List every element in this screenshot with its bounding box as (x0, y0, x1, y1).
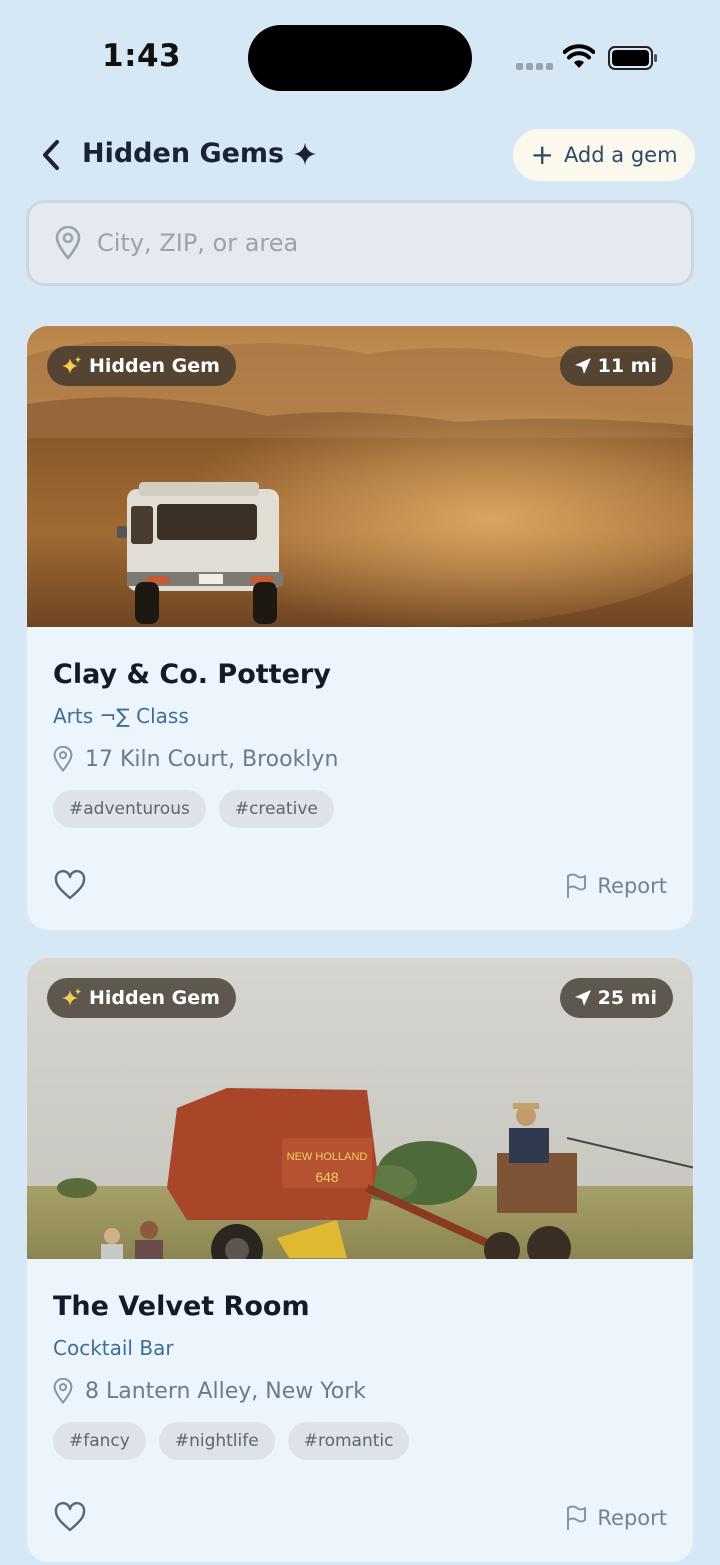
sparkles-icon (62, 988, 81, 1006)
battery-icon (608, 46, 657, 70)
place-address: 17 Kiln Court, Brooklyn (53, 746, 667, 772)
svg-text:648: 648 (315, 1169, 339, 1185)
heart-icon[interactable] (53, 869, 87, 903)
signal-icon (516, 63, 553, 70)
place-category: Cocktail Bar (53, 1336, 174, 1360)
location-pin-icon (53, 746, 73, 772)
distance-label: 11 mi (597, 355, 657, 377)
distance-badge: 25 mi (559, 978, 673, 1018)
location-arrow-icon (574, 990, 591, 1006)
report-button[interactable]: Report (565, 873, 667, 899)
card-body: Clay & Co. Pottery Arts ¬∑ Class 17 Kiln… (27, 627, 693, 930)
sparkles-icon (62, 356, 81, 374)
flag-icon (567, 1505, 587, 1530)
sparkle-icon (294, 142, 317, 165)
tag-chip[interactable]: #adventurous (53, 790, 206, 828)
place-address: 8 Lantern Alley, New York (53, 1378, 667, 1404)
dynamic-island (248, 25, 472, 91)
tag-list: #fancy #nightlife #romantic (53, 1422, 667, 1460)
badge-label: Hidden Gem (89, 355, 220, 377)
report-label: Report (597, 1506, 667, 1530)
add-gem-label: Add a gem (563, 143, 678, 167)
tag-chip[interactable]: #nightlife (158, 1422, 275, 1460)
svg-text:NEW HOLLAND: NEW HOLLAND (287, 1151, 368, 1163)
location-pin-icon (55, 226, 81, 260)
tag-list: #adventurous #creative (53, 790, 667, 828)
report-button[interactable]: Report (565, 1505, 667, 1531)
tag-chip[interactable]: #creative (218, 790, 334, 828)
place-category: Arts ¬∑ Class (53, 704, 189, 728)
farm-baler-photo: NEW HOLLAND 648 Hidden Gem 25 mi (27, 958, 693, 1259)
place-name: Clay & Co. Pottery (53, 659, 331, 690)
card-actions: Report (53, 868, 667, 904)
tag-chip[interactable]: #fancy (53, 1422, 146, 1460)
plus-icon: + (530, 138, 554, 171)
back-button[interactable] (36, 136, 66, 174)
header: Hidden Gems + Add a gem (0, 128, 720, 182)
heart-icon[interactable] (53, 1501, 87, 1535)
card-body: The Velvet Room Cocktail Bar 8 Lantern A… (27, 1259, 693, 1562)
distance-label: 25 mi (597, 987, 657, 1009)
chevron-left-icon (43, 140, 59, 170)
card-actions: Report (53, 1500, 667, 1536)
address-text: 17 Kiln Court, Brooklyn (85, 746, 339, 772)
status-time: 1:43 (102, 38, 182, 74)
report-label: Report (597, 874, 667, 898)
page-title: Hidden Gems (82, 138, 317, 169)
location-arrow-icon (574, 358, 591, 374)
gem-card[interactable]: NEW HOLLAND 648 Hidden Gem 25 mi The Vel… (26, 957, 694, 1563)
add-gem-button[interactable]: + Add a gem (513, 129, 695, 181)
wifi-icon (563, 44, 595, 68)
location-search (26, 200, 694, 286)
location-pin-icon (53, 1378, 73, 1404)
flag-icon (567, 873, 587, 898)
address-text: 8 Lantern Alley, New York (85, 1378, 366, 1404)
status-bar: 1:43 (0, 0, 720, 110)
hidden-gem-badge: Hidden Gem (47, 346, 236, 386)
tag-chip[interactable]: #romantic (287, 1422, 410, 1460)
badge-label: Hidden Gem (89, 987, 220, 1009)
desert-van-photo: Hidden Gem 11 mi (27, 326, 693, 627)
distance-badge: 11 mi (559, 346, 673, 386)
hidden-gem-badge: Hidden Gem (47, 978, 236, 1018)
page-title-text: Hidden Gems (82, 138, 285, 169)
place-name: The Velvet Room (53, 1291, 310, 1322)
gem-card[interactable]: Hidden Gem 11 mi Clay & Co. Pottery Arts… (26, 325, 694, 931)
location-search-input[interactable] (97, 229, 637, 257)
